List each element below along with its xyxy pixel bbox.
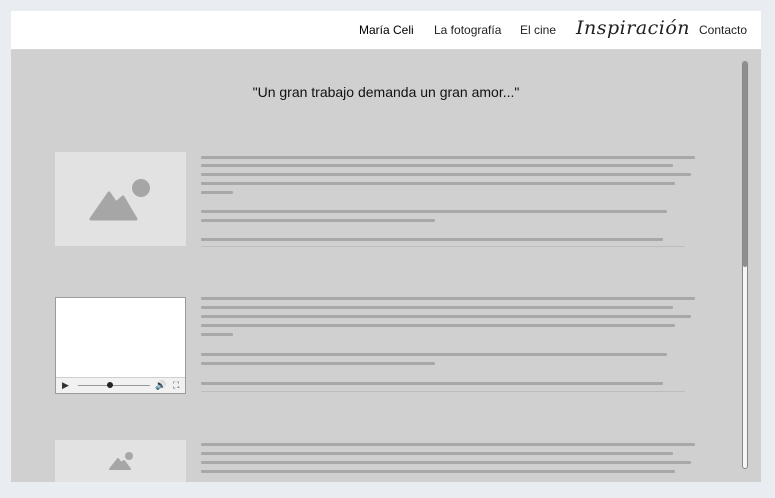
video-progress-knob[interactable]	[107, 382, 113, 388]
browser-viewport: María Celi La fotografía El cine Inspira…	[11, 11, 761, 482]
image-placeholder-icon	[109, 452, 133, 470]
nav-item-maria-celi[interactable]: María Celi	[359, 23, 414, 37]
scrollbar-thumb[interactable]	[743, 62, 747, 267]
image-placeholder-icon	[89, 179, 150, 221]
nav-brand-inspiracion[interactable]: Inspiración	[576, 17, 690, 39]
nav-item-la-fotografia[interactable]: La fotografía	[434, 23, 501, 37]
fullscreen-icon[interactable]: ⛶	[173, 379, 179, 392]
top-navigation: María Celi La fotografía El cine Inspira…	[11, 11, 761, 50]
volume-icon[interactable]: 🔊	[155, 379, 166, 392]
video-controls: ▶ 🔊 ⛶	[56, 377, 185, 393]
nav-item-el-cine[interactable]: El cine	[520, 23, 556, 37]
image-placeholder	[55, 440, 186, 482]
nav-item-contacto[interactable]: Contacto	[699, 23, 747, 37]
image-placeholder	[55, 152, 186, 246]
page-quote: "Un gran trabajo demanda un gran amor...…	[252, 84, 520, 100]
play-icon[interactable]: ▶	[62, 379, 69, 392]
video-progress-track[interactable]	[78, 385, 150, 386]
video-player[interactable]: ▶ 🔊 ⛶	[55, 297, 186, 394]
vertical-scrollbar[interactable]	[742, 61, 748, 469]
